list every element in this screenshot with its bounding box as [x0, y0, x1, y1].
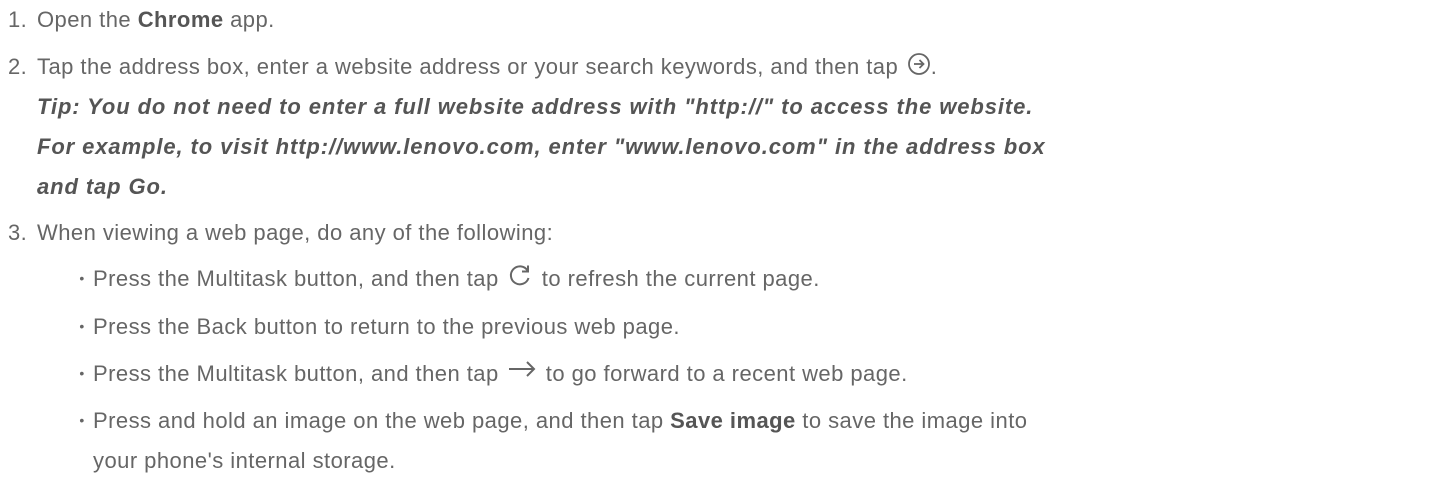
bullet-text: Press the Multitask button, and then tap…: [93, 263, 820, 293]
step-text: Open the Chrome app.: [37, 7, 275, 32]
bullet-text: your phone's internal storage.: [93, 448, 396, 473]
bullet-text: Press the Back button to return to the p…: [93, 314, 680, 339]
tip-text: Tip: You do not need to enter a full web…: [37, 94, 1034, 119]
app-name: Chrome: [137, 7, 224, 32]
bullet-marker: •: [79, 318, 85, 334]
bullet-text: Press and hold an image on the web page,…: [93, 408, 1028, 433]
bullet-marker: •: [79, 412, 85, 428]
bullet-text: Press the Multitask button, and then tap…: [93, 361, 908, 386]
step-number: 1.: [8, 7, 28, 32]
instructions-document: 1. Open the Chrome app. 2. Tap the addre…: [0, 0, 1447, 492]
step-number: 2.: [8, 54, 28, 79]
go-circle-arrow-icon: [907, 52, 931, 76]
tip-text: For example, to visit http://www.lenovo.…: [37, 134, 1046, 159]
forward-arrow-icon: [507, 359, 537, 379]
tip-text: and tap Go.: [37, 174, 168, 199]
step-number: 3.: [8, 220, 28, 245]
bullet-marker: •: [79, 365, 85, 381]
refresh-icon: [507, 263, 533, 289]
save-image-label: Save image: [670, 408, 796, 433]
step-text: Tap the address box, enter a website add…: [37, 52, 938, 79]
step-text: When viewing a web page, do any of the f…: [37, 220, 554, 245]
bullet-marker: •: [79, 270, 85, 286]
